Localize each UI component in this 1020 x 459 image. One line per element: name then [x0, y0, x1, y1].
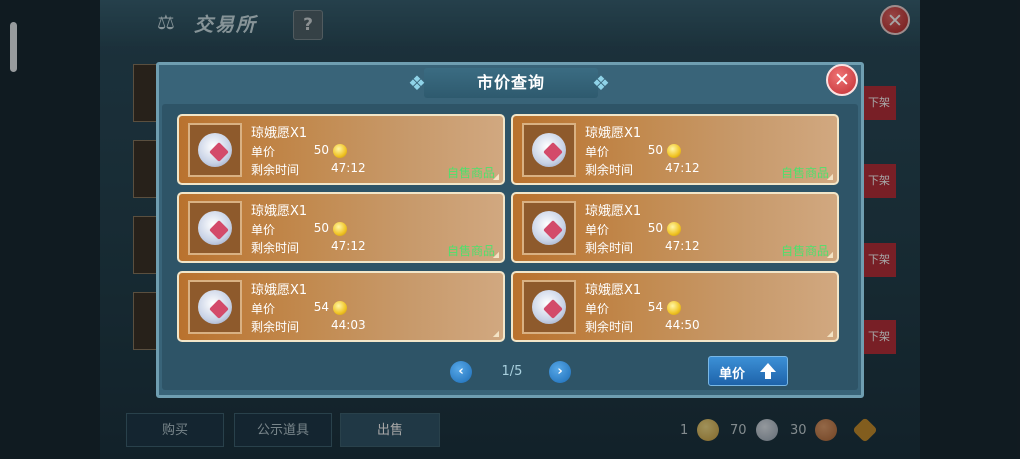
price-label: 单价 [251, 302, 276, 316]
dialog-title: 市价查询 [476, 73, 545, 92]
corner-mark-icon: ◢ [826, 250, 833, 259]
own-item-tag: 自售商品 [446, 244, 495, 258]
price-label: 单价 [585, 223, 610, 237]
item-name: 琼娥愿X1 [251, 283, 308, 298]
listing-card[interactable]: 琼娥愿X1 单价 50 剩余时间 47:12 自售商品 ◢ [177, 114, 505, 185]
item-name: 琼娥愿X1 [251, 204, 308, 219]
time-label: 剩余时间 [585, 241, 634, 255]
item-name: 琼娥愿X1 [251, 126, 308, 141]
corner-mark-icon: ◢ [826, 172, 833, 181]
time-remaining: 44:03 [331, 318, 366, 332]
listing-card[interactable]: 琼娥愿X1 单价 50 剩余时间 47:12 自售商品 ◢ [511, 114, 839, 185]
time-remaining: 47:12 [665, 239, 700, 253]
own-item-tag: 自售商品 [446, 166, 495, 180]
corner-mark-icon: ◢ [826, 329, 833, 338]
time-label: 剩余时间 [251, 320, 300, 334]
page-indicator: 1/5 [501, 364, 523, 379]
listing-card[interactable]: 琼娥愿X1 单价 54 剩余时间 44:50 ◢ [511, 271, 839, 342]
item-thumbnail [188, 201, 242, 255]
corner-mark-icon: ◢ [492, 329, 499, 338]
item-thumbnail [188, 123, 242, 177]
next-page-button[interactable]: › [549, 361, 571, 383]
time-remaining: 47:12 [331, 161, 366, 175]
price-label: 单价 [585, 145, 610, 159]
item-thumbnail [522, 280, 576, 334]
dialog-close-button[interactable]: ✕ [826, 64, 858, 96]
corner-mark-icon: ◢ [492, 172, 499, 181]
sort-button-label: 单价 [719, 367, 746, 382]
gold-coin-icon [333, 301, 347, 315]
price-label: 单价 [251, 223, 276, 237]
item-thumbnail [522, 123, 576, 177]
listing-card[interactable]: 琼娥愿X1 单价 50 剩余时间 47:12 自售商品 ◢ [511, 192, 839, 263]
gold-coin-icon [333, 144, 347, 158]
gold-coin-icon [667, 144, 681, 158]
sort-by-unit-price-button[interactable]: 单价 [708, 356, 788, 386]
price-value: 50 [313, 143, 329, 157]
item-name: 琼娥愿X1 [585, 204, 642, 219]
time-label: 剩余时间 [251, 241, 300, 255]
listing-card[interactable]: 琼娥愿X1 单价 54 剩余时间 44:03 ◢ [177, 271, 505, 342]
time-label: 剩余时间 [585, 163, 634, 177]
sort-up-arrow-icon [760, 363, 776, 379]
price-value: 50 [647, 143, 663, 157]
price-value: 50 [647, 221, 663, 235]
time-remaining: 44:50 [665, 318, 700, 332]
item-name: 琼娥愿X1 [585, 126, 642, 141]
time-label: 剩余时间 [585, 320, 634, 334]
prev-page-button[interactable]: ‹ [450, 361, 472, 383]
listing-card[interactable]: 琼娥愿X1 单价 50 剩余时间 47:12 自售商品 ◢ [177, 192, 505, 263]
own-item-tag: 自售商品 [780, 166, 829, 180]
price-value: 50 [313, 221, 329, 235]
time-remaining: 47:12 [665, 161, 700, 175]
price-label: 单价 [251, 145, 276, 159]
item-thumbnail [522, 201, 576, 255]
gold-coin-icon [667, 301, 681, 315]
item-thumbnail [188, 280, 242, 334]
corner-mark-icon: ◢ [492, 250, 499, 259]
time-remaining: 47:12 [331, 239, 366, 253]
own-item-tag: 自售商品 [780, 244, 829, 258]
time-label: 剩余时间 [251, 163, 300, 177]
price-value: 54 [313, 300, 329, 314]
gold-coin-icon [333, 222, 347, 236]
price-label: 单价 [585, 302, 610, 316]
price-value: 54 [647, 300, 663, 314]
item-name: 琼娥愿X1 [585, 283, 642, 298]
gold-coin-icon [667, 222, 681, 236]
